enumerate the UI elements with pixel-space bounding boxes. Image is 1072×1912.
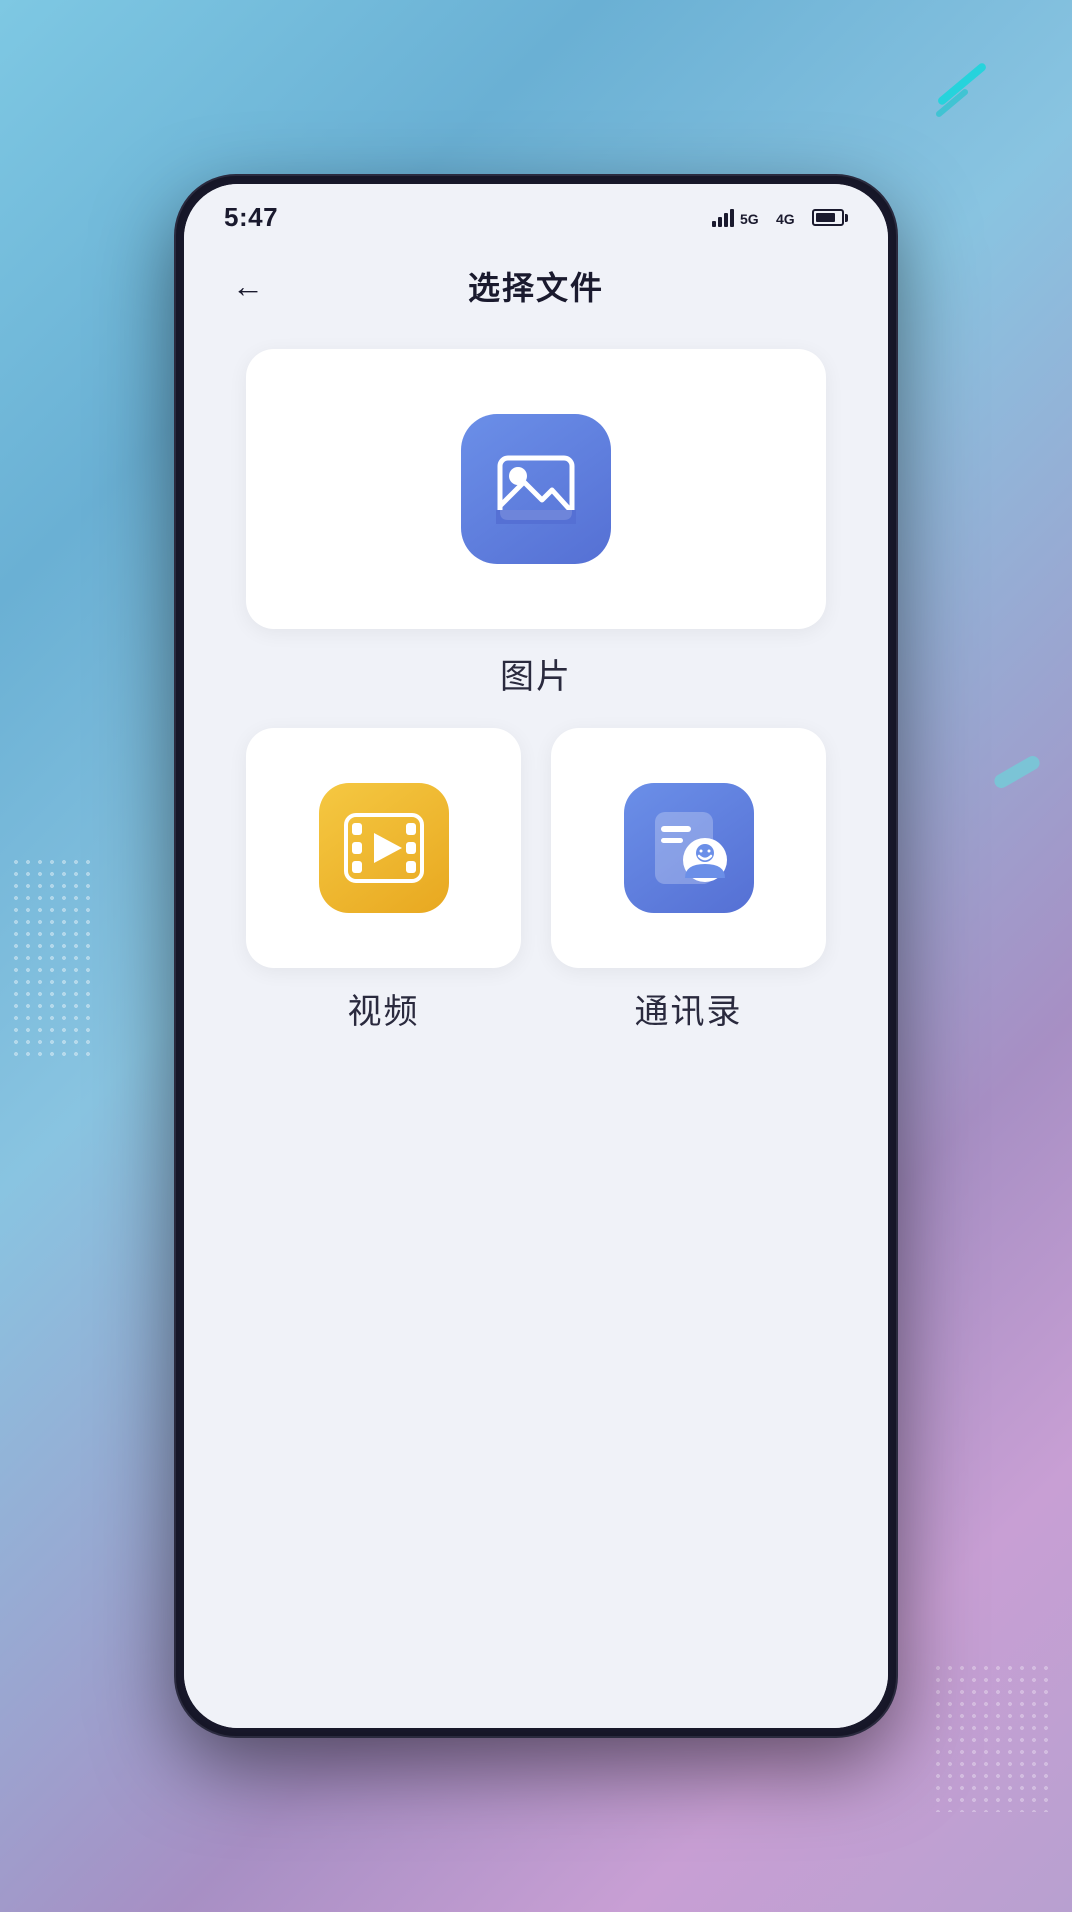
video-label: 视频	[348, 984, 420, 1033]
stripe-top	[936, 62, 987, 107]
contacts-label: 通讯录	[635, 984, 743, 1033]
photo-card-wrapper: 图片	[224, 349, 848, 698]
contacts-card[interactable]	[551, 728, 826, 968]
back-button[interactable]: ←	[224, 262, 272, 310]
phone-frame: 5:47 5G 4G	[176, 176, 896, 1736]
contacts-icon	[649, 808, 729, 888]
svg-text:5G: 5G	[740, 211, 759, 227]
app-content: ← 选择文件	[184, 243, 888, 1728]
video-icon	[344, 813, 424, 883]
dots-bottom	[932, 1662, 1052, 1812]
status-icons: 5G 4G	[712, 209, 848, 227]
photo-label: 图片	[500, 649, 572, 698]
photo-icon-bg	[461, 414, 611, 564]
5g-icon: 5G	[740, 209, 770, 227]
photo-card[interactable]	[246, 349, 826, 629]
rect-right	[992, 753, 1042, 790]
bottom-row: 视频	[246, 728, 826, 1033]
dots-left	[10, 856, 90, 1056]
svg-text:4G: 4G	[776, 211, 795, 227]
video-card[interactable]	[246, 728, 521, 968]
video-card-wrapper: 视频	[246, 728, 521, 1033]
stripe-top2	[935, 88, 969, 118]
contacts-icon-bg	[624, 783, 754, 913]
battery-icon	[812, 209, 848, 226]
page-title: 选择文件	[468, 263, 604, 309]
status-time: 5:47	[224, 202, 278, 233]
signal-icon	[712, 209, 734, 227]
4g-icon: 4G	[776, 209, 806, 227]
phone-screen: 5:47 5G 4G	[184, 184, 888, 1728]
video-icon-bg	[319, 783, 449, 913]
status-bar: 5:47 5G 4G	[184, 184, 888, 243]
file-type-grid: 图片	[224, 349, 848, 1033]
header: ← 选择文件	[224, 263, 848, 309]
contacts-card-wrapper: 通讯录	[551, 728, 826, 1033]
image-icon	[496, 454, 576, 524]
